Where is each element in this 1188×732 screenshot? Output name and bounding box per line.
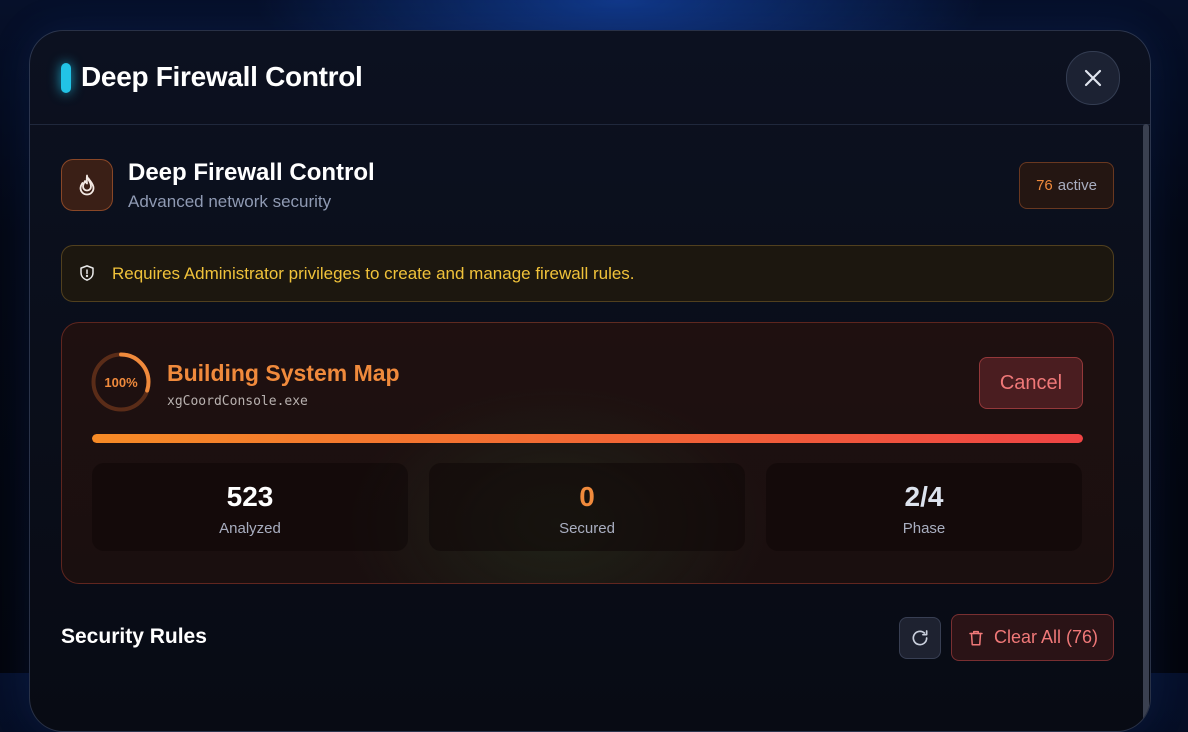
active-label: active: [1057, 177, 1097, 194]
tool-title: Deep Firewall Control: [128, 159, 375, 186]
clear-all-button[interactable]: Clear All (76): [951, 614, 1114, 661]
stat-label: Phase: [902, 520, 946, 537]
close-icon: [1084, 69, 1102, 87]
stat-secured: 0 Secured: [429, 463, 745, 551]
progress-percent: 100%: [104, 374, 138, 390]
tool-subtitle: Advanced network security: [128, 192, 332, 211]
close-button[interactable]: [1066, 51, 1120, 105]
title-accent-bar: [61, 63, 71, 93]
refresh-icon: [912, 630, 928, 646]
stat-value: 523: [226, 481, 274, 512]
stat-phase: 2/4 Phase: [766, 463, 1082, 551]
warning-text: Requires Administrator privileges to cre…: [112, 264, 635, 283]
firewall-dialog: Deep Firewall Control Deep Firewall Cont…: [29, 30, 1151, 732]
trash-icon: [969, 630, 983, 645]
progress-title: Building System Map: [167, 360, 400, 386]
flame-icon: [79, 174, 95, 196]
stat-label: Secured: [559, 520, 615, 537]
scrollbar[interactable]: [1143, 124, 1149, 731]
tool-icon-tile: [61, 159, 113, 211]
scan-progress-card: 100% Building System Map xgCoordConsole.…: [61, 322, 1114, 584]
clear-all-label: Clear All (76): [993, 627, 1099, 647]
shield-icon: [80, 265, 94, 281]
stat-value: 2/4: [904, 481, 944, 512]
security-rules-heading: Security Rules: [61, 625, 207, 648]
admin-warning: Requires Administrator privileges to cre…: [61, 245, 1114, 302]
stat-value: 0: [579, 481, 595, 512]
dialog-header: Deep Firewall Control: [30, 31, 1150, 125]
dialog-title: Deep Firewall Control: [81, 61, 363, 92]
active-rules-badge: 76 active: [1019, 162, 1114, 209]
cancel-button[interactable]: Cancel: [979, 357, 1083, 409]
active-count: 76: [1036, 177, 1053, 194]
stat-analyzed: 523 Analyzed: [92, 463, 408, 551]
stat-label: Analyzed: [219, 520, 281, 537]
progress-bar-fill: [92, 434, 1083, 443]
refresh-button[interactable]: [899, 617, 941, 659]
current-process: xgCoordConsole.exe: [167, 394, 308, 409]
progress-bar: [92, 434, 1083, 443]
